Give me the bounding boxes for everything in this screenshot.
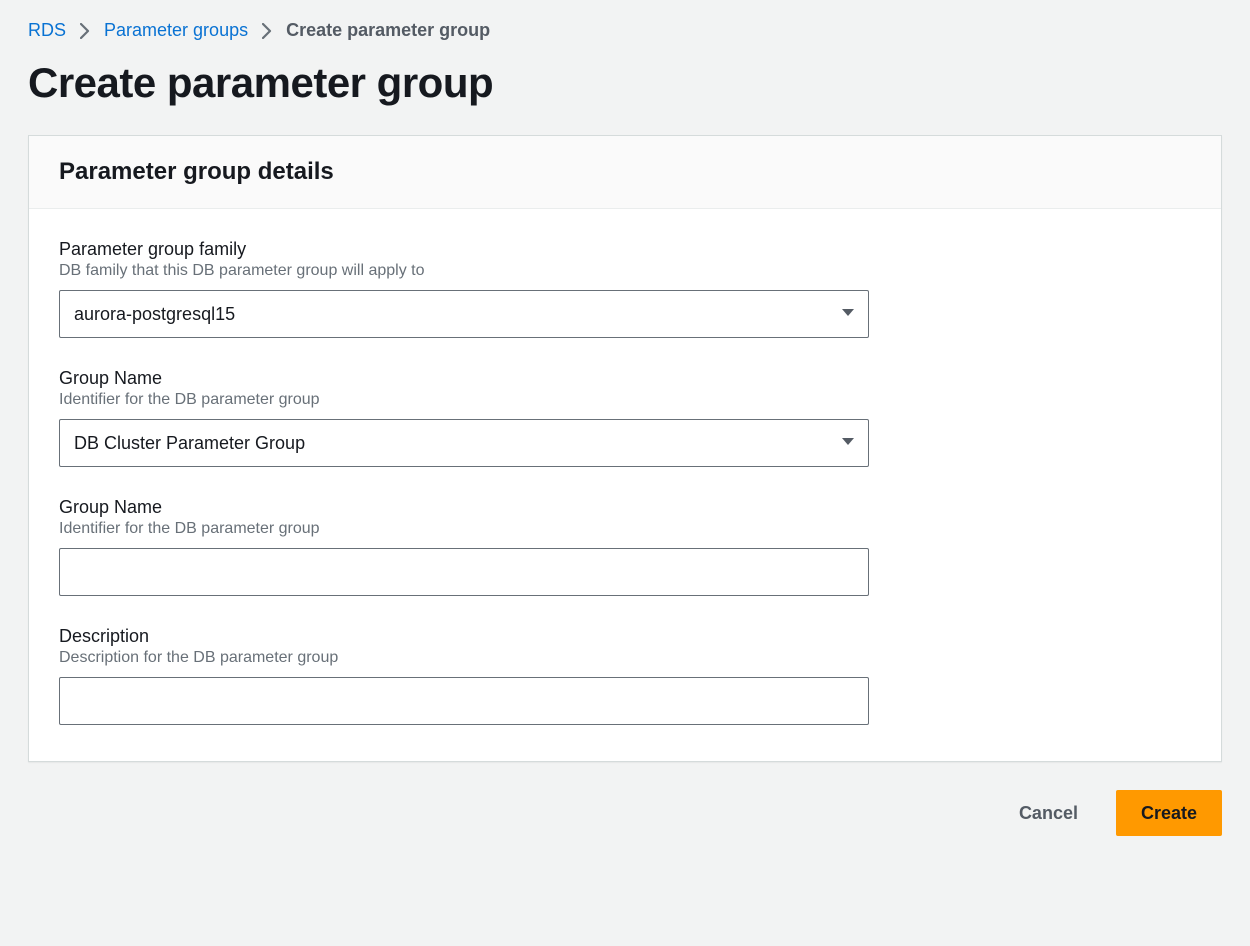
field-hint: DB family that this DB parameter group w…: [59, 262, 1191, 280]
parameter-group-family-select[interactable]: aurora-postgresql15: [59, 290, 869, 338]
create-button[interactable]: Create: [1116, 790, 1222, 836]
select-value: aurora-postgresql15: [74, 304, 235, 325]
form-actions: Cancel Create: [28, 790, 1222, 836]
field-parameter-group-family: Parameter group family DB family that th…: [59, 239, 1191, 338]
cancel-button[interactable]: Cancel: [995, 790, 1102, 836]
details-panel: Parameter group details Parameter group …: [28, 135, 1222, 762]
group-name-input[interactable]: [59, 548, 869, 596]
breadcrumb: RDS Parameter groups Create parameter gr…: [28, 20, 1222, 41]
field-hint: Identifier for the DB parameter group: [59, 520, 1191, 538]
field-label: Group Name: [59, 368, 1191, 389]
group-type-select[interactable]: DB Cluster Parameter Group: [59, 419, 869, 467]
field-description: Description Description for the DB param…: [59, 626, 1191, 725]
panel-title: Parameter group details: [59, 158, 1191, 186]
field-label: Group Name: [59, 497, 1191, 518]
field-hint: Identifier for the DB parameter group: [59, 391, 1191, 409]
panel-header: Parameter group details: [29, 136, 1221, 209]
select-value: DB Cluster Parameter Group: [74, 433, 305, 454]
field-label: Description: [59, 626, 1191, 647]
field-hint: Description for the DB parameter group: [59, 649, 1191, 667]
breadcrumb-link-parameter-groups[interactable]: Parameter groups: [104, 20, 248, 41]
breadcrumb-current: Create parameter group: [286, 20, 490, 41]
field-label: Parameter group family: [59, 239, 1191, 260]
breadcrumb-link-rds[interactable]: RDS: [28, 20, 66, 41]
description-input[interactable]: [59, 677, 869, 725]
chevron-right-icon: [80, 23, 90, 39]
field-group-type: Group Name Identifier for the DB paramet…: [59, 368, 1191, 467]
page-title: Create parameter group: [28, 59, 1222, 107]
chevron-right-icon: [262, 23, 272, 39]
field-group-name: Group Name Identifier for the DB paramet…: [59, 497, 1191, 596]
